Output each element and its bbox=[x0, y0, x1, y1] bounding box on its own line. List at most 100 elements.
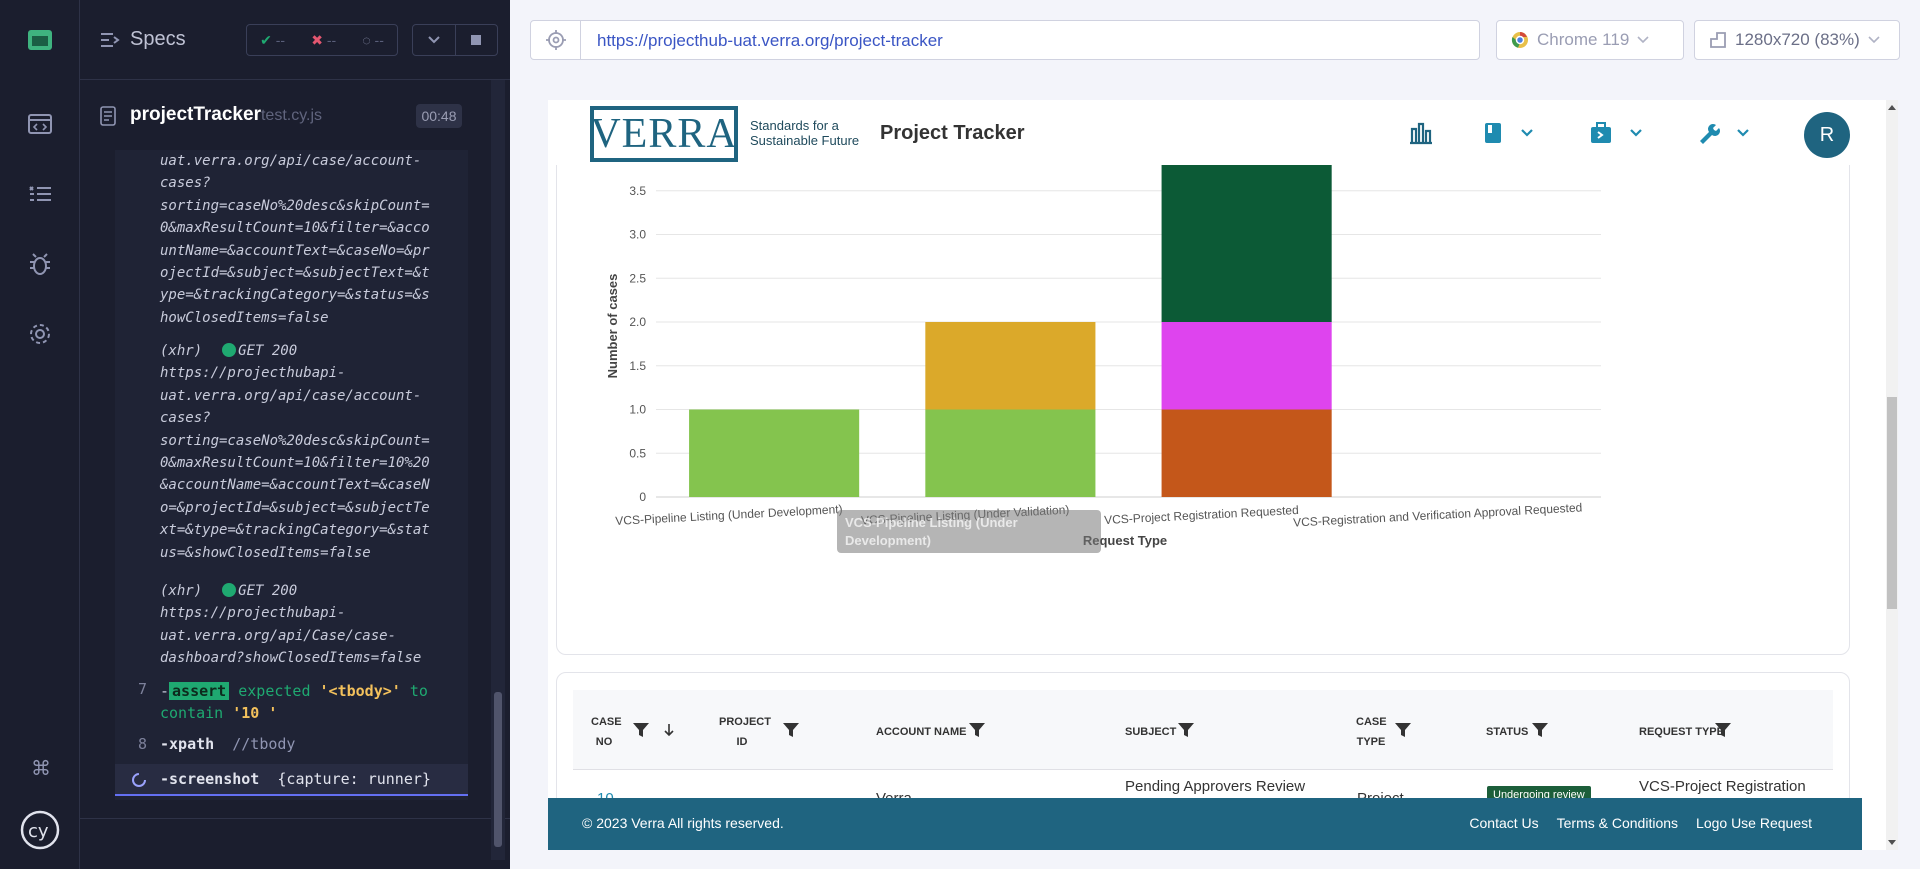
specs-toggle[interactable]: Specs bbox=[100, 28, 186, 51]
filter-icon[interactable] bbox=[968, 721, 986, 739]
filter-icon[interactable] bbox=[1714, 721, 1732, 739]
tools-menu-toggle[interactable] bbox=[1726, 118, 1760, 148]
check-icon: ✔ bbox=[260, 31, 272, 48]
spec-duration: 00:48 bbox=[416, 104, 462, 128]
projects-menu-toggle[interactable] bbox=[1619, 118, 1653, 148]
log-line: ype=&trackingCategory=&status=&s bbox=[160, 287, 430, 304]
logo-use-link[interactable]: Logo Use Request bbox=[1696, 815, 1812, 831]
log-line: 0&maxResultCount=10&filter=10%20 bbox=[160, 455, 430, 472]
runs-icon[interactable] bbox=[22, 106, 58, 142]
docs-menu-button[interactable] bbox=[1476, 118, 1510, 148]
col-header-case-type[interactable]: CASE TYPE bbox=[1356, 712, 1387, 752]
filter-icon[interactable] bbox=[1177, 721, 1195, 739]
debug-bug-icon[interactable] bbox=[22, 246, 58, 282]
spinner-icon: ◌ bbox=[362, 32, 371, 48]
command-log-scrollbar[interactable] bbox=[491, 80, 505, 860]
y-tick-label: 3.5 bbox=[629, 184, 646, 198]
chevron-down-icon bbox=[1737, 129, 1749, 137]
assert-arg: '10 ' bbox=[232, 704, 278, 722]
filter-icon[interactable] bbox=[782, 721, 800, 739]
reporter-controls bbox=[412, 24, 498, 56]
scroll-down-arrow-icon[interactable] bbox=[1888, 840, 1896, 846]
passed-stat: ✔ -- bbox=[260, 32, 285, 49]
col-header-case-no[interactable]: CASE NO bbox=[591, 712, 622, 752]
chevron-down-icon bbox=[1868, 36, 1880, 44]
command-name: -screenshot bbox=[160, 770, 260, 788]
col-header-account-name[interactable]: ACCOUNT NAME bbox=[876, 722, 966, 742]
stop-button[interactable] bbox=[454, 25, 498, 55]
table-header: CASE NO PROJECT ID ACCOUNT NAME SUBJECT CA… bbox=[573, 690, 1833, 770]
specs-list-icon[interactable] bbox=[22, 176, 58, 212]
viewport-size: 1280x720 (83%) bbox=[1735, 30, 1860, 49]
filter-icon[interactable] bbox=[1394, 721, 1412, 739]
scroll-up-arrow-icon[interactable] bbox=[1888, 104, 1896, 110]
footer-links: Contact Us Terms & Conditions Logo Use R… bbox=[1469, 815, 1812, 831]
failed-count: -- bbox=[326, 31, 337, 48]
tools-menu-button[interactable] bbox=[1691, 118, 1725, 148]
header-label: CASE bbox=[1356, 716, 1387, 728]
screenshot-command[interactable]: -screenshot {capture: runner} bbox=[115, 764, 468, 796]
settings-gear-icon[interactable] bbox=[22, 316, 58, 352]
contact-us-link[interactable]: Contact Us bbox=[1469, 815, 1538, 831]
app-icon[interactable] bbox=[22, 22, 58, 58]
cypress-logo-icon[interactable]: cy bbox=[20, 810, 60, 850]
projects-menu-button[interactable] bbox=[1584, 118, 1618, 148]
xhr-log-entry[interactable]: (xhr) GET 200 https://projecthubapi- uat.… bbox=[115, 580, 468, 670]
xhr-log-entry[interactable]: (xhr) GET 200 https://projecthubapi- uat.… bbox=[115, 340, 468, 564]
col-header-project-id[interactable]: PROJECT ID bbox=[719, 712, 771, 752]
log-line: https://projecthubapi- bbox=[160, 605, 346, 622]
scrollbar-thumb[interactable] bbox=[494, 692, 502, 847]
browser-selector[interactable]: Chrome 119 bbox=[1496, 20, 1684, 60]
terms-link[interactable]: Terms & Conditions bbox=[1557, 815, 1678, 831]
bar-segment bbox=[1161, 151, 1332, 322]
assert-text: contain bbox=[160, 704, 224, 722]
xhr-tag: (xhr) bbox=[160, 583, 203, 599]
col-header-subject[interactable]: SUBJECT bbox=[1125, 722, 1176, 742]
log-line: dashboard?showClosedItems=false bbox=[160, 650, 422, 667]
url-bar[interactable]: https://projecthub-uat.verra.org/project… bbox=[530, 20, 1480, 60]
app-preview: https://projecthub-uat.verra.org/project… bbox=[510, 0, 1920, 869]
bar-segment bbox=[925, 322, 1096, 410]
sort-arrow-down-icon[interactable] bbox=[663, 723, 675, 737]
dashboard-button[interactable] bbox=[1404, 118, 1438, 148]
ruler-icon bbox=[1710, 32, 1726, 48]
assert-arg: '<tbody>' bbox=[319, 682, 401, 700]
cypress-nav: ⌘ cy bbox=[0, 0, 80, 869]
y-tick-label: 3.0 bbox=[629, 228, 646, 242]
col-header-request-type[interactable]: REQUEST TYPE bbox=[1639, 722, 1724, 742]
app-scrollbar[interactable] bbox=[1886, 100, 1898, 850]
col-header-status[interactable]: STATUS bbox=[1486, 722, 1528, 742]
assert-command[interactable]: 7 - assert expected '<tbody>' to contain '… bbox=[115, 676, 468, 728]
x-icon: ✖ bbox=[311, 31, 323, 48]
verra-logo[interactable]: VERRA bbox=[590, 106, 738, 162]
assert-text: to bbox=[409, 682, 428, 700]
filter-icon[interactable] bbox=[632, 721, 650, 739]
y-tick-label: 1.0 bbox=[629, 403, 646, 417]
collapse-button[interactable] bbox=[413, 25, 455, 55]
assert-text: expected bbox=[238, 682, 311, 700]
scrollbar-thumb[interactable] bbox=[1887, 397, 1897, 609]
chevron-down-icon bbox=[1637, 36, 1649, 44]
selector-playground-button[interactable] bbox=[531, 21, 581, 59]
url-text: https://projecthub-uat.verra.org/project… bbox=[597, 31, 943, 50]
user-avatar[interactable]: R bbox=[1804, 112, 1850, 158]
spec-row[interactable]: projectTrackertest.cy.js 00:48 bbox=[80, 96, 490, 136]
specs-label: Specs bbox=[130, 28, 186, 50]
viewport-selector[interactable]: 1280x720 (83%) bbox=[1694, 20, 1900, 60]
x-tick-label: VCS-Registration and Verification Approv… bbox=[1293, 500, 1583, 529]
log-line: https://projecthubapi- bbox=[160, 365, 346, 382]
xhr-method: GET 200 bbox=[238, 343, 298, 359]
crosshair-icon bbox=[545, 30, 566, 50]
keyboard-shortcuts-icon[interactable]: ⌘ bbox=[22, 750, 58, 786]
header-label: ID bbox=[736, 736, 748, 748]
xpath-command[interactable]: 8 -xpath //tbody bbox=[115, 730, 468, 758]
log-line: xt=&type=&trackingCategory=&stat bbox=[160, 522, 430, 539]
filter-icon[interactable] bbox=[1531, 721, 1549, 739]
log-line: ojectId=&subject=&subjectText=&t bbox=[160, 265, 430, 282]
docs-menu-toggle[interactable] bbox=[1510, 118, 1544, 148]
status-dot-icon bbox=[222, 343, 237, 357]
command-number: 8 bbox=[138, 735, 148, 753]
header-label: TYPE bbox=[1356, 736, 1386, 748]
tagline-line: Standards for a bbox=[750, 118, 839, 133]
loading-spinner-icon bbox=[132, 773, 146, 787]
